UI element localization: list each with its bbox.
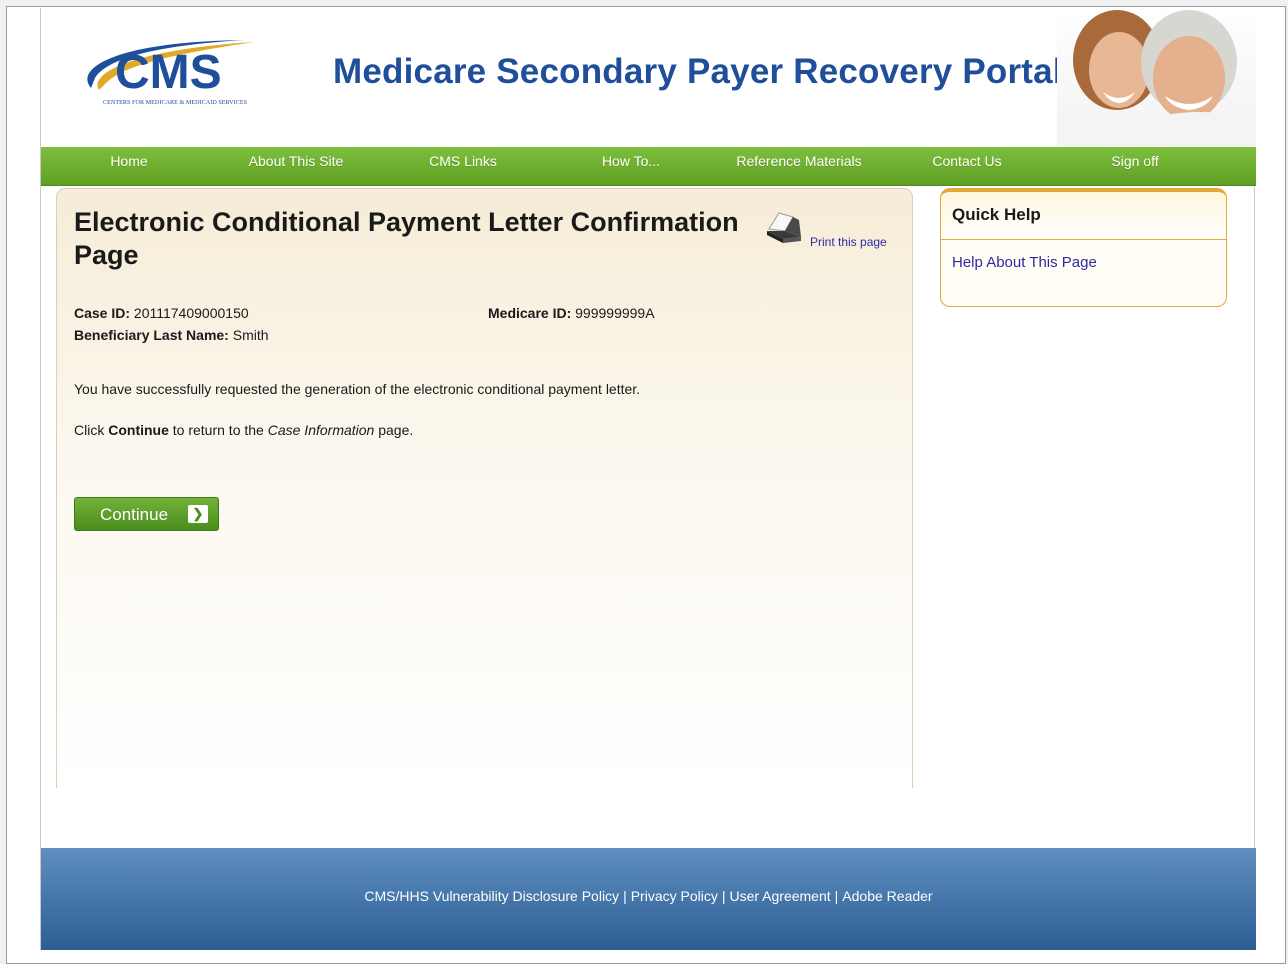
footer-links: CMS/HHS Vulnerability Disclosure Policy |… [41,888,1256,904]
portal-title: Medicare Secondary Payer Recovery Portal [333,52,1063,91]
success-message: You have successfully requested the gene… [74,381,641,397]
footer-link-vulnerability-policy[interactable]: CMS/HHS Vulnerability Disclosure Policy [364,888,619,904]
cms-logo-subtext: CENTERS FOR MEDICARE & MEDICAID SERVICES [103,99,248,106]
nav-how-to[interactable]: How To... [589,147,673,175]
cms-logo-text: CMS [115,46,222,99]
nav-sign-off[interactable]: Sign off [1097,147,1173,175]
main-nav: Home About This Site CMS Links How To...… [41,147,1256,186]
medicare-id-value: 999999999A [575,305,655,321]
instruction-case-information: Case Information [267,422,375,438]
beneficiary-value: Smith [232,327,269,343]
quick-help-title: Quick Help [941,192,1226,240]
instruction-prefix: Click [74,422,109,438]
continue-instruction: Click Continue to return to the Case Inf… [74,422,413,438]
nav-cms-links[interactable]: CMS Links [421,147,505,175]
footer-separator: | [834,888,839,904]
print-page-link[interactable]: Print this page [810,235,887,249]
beneficiary-name-field: Beneficiary Last Name: Smith [74,327,269,343]
nav-home[interactable]: Home [99,147,159,175]
case-id-label: Case ID: [74,305,131,321]
beneficiary-label: Beneficiary Last Name: [74,327,229,343]
instruction-continue-bold: Continue [108,422,169,438]
footer-separator: | [721,888,726,904]
footer-separator: | [623,888,627,904]
cms-logo[interactable]: CMS CENTERS FOR MEDICARE & MEDICAID SERV… [69,30,289,110]
footer-link-user-agreement[interactable]: User Agreement [729,888,830,904]
case-id-field: Case ID: 201117409000150 [74,305,249,321]
chevron-right-icon: ❯ [188,505,208,523]
page-title: Electronic Conditional Payment Letter Co… [74,207,739,270]
printer-icon[interactable] [763,207,807,247]
help-about-this-page-link[interactable]: Help About This Page [952,254,1097,271]
hero-photo-image [1057,8,1256,148]
quick-help-panel: Quick Help Help About This Page [940,188,1227,307]
continue-button[interactable]: Continue ❯ [74,497,219,531]
case-id-value: 201117409000150 [133,305,249,321]
nav-reference-materials[interactable]: Reference Materials [729,147,869,175]
instruction-suffix: page. [374,422,414,438]
site-footer: CMS/HHS Vulnerability Disclosure Policy |… [41,848,1256,950]
instruction-middle: to return to the [168,422,268,438]
medicare-id-field: Medicare ID: 999999999A [488,305,655,321]
nav-contact-us[interactable]: Contact Us [923,147,1011,175]
nav-about-this-site[interactable]: About This Site [237,147,355,175]
site-header: CMS CENTERS FOR MEDICARE & MEDICAID SERV… [41,8,1256,148]
page-container: CMS CENTERS FOR MEDICARE & MEDICAID SERV… [40,8,1256,950]
medicare-id-label: Medicare ID: [488,305,572,321]
continue-button-label: Continue [100,505,169,524]
main-content-panel: Electronic Conditional Payment Letter Co… [56,188,913,788]
footer-link-privacy-policy[interactable]: Privacy Policy [631,888,718,904]
footer-link-adobe-reader[interactable]: Adobe Reader [842,888,932,904]
